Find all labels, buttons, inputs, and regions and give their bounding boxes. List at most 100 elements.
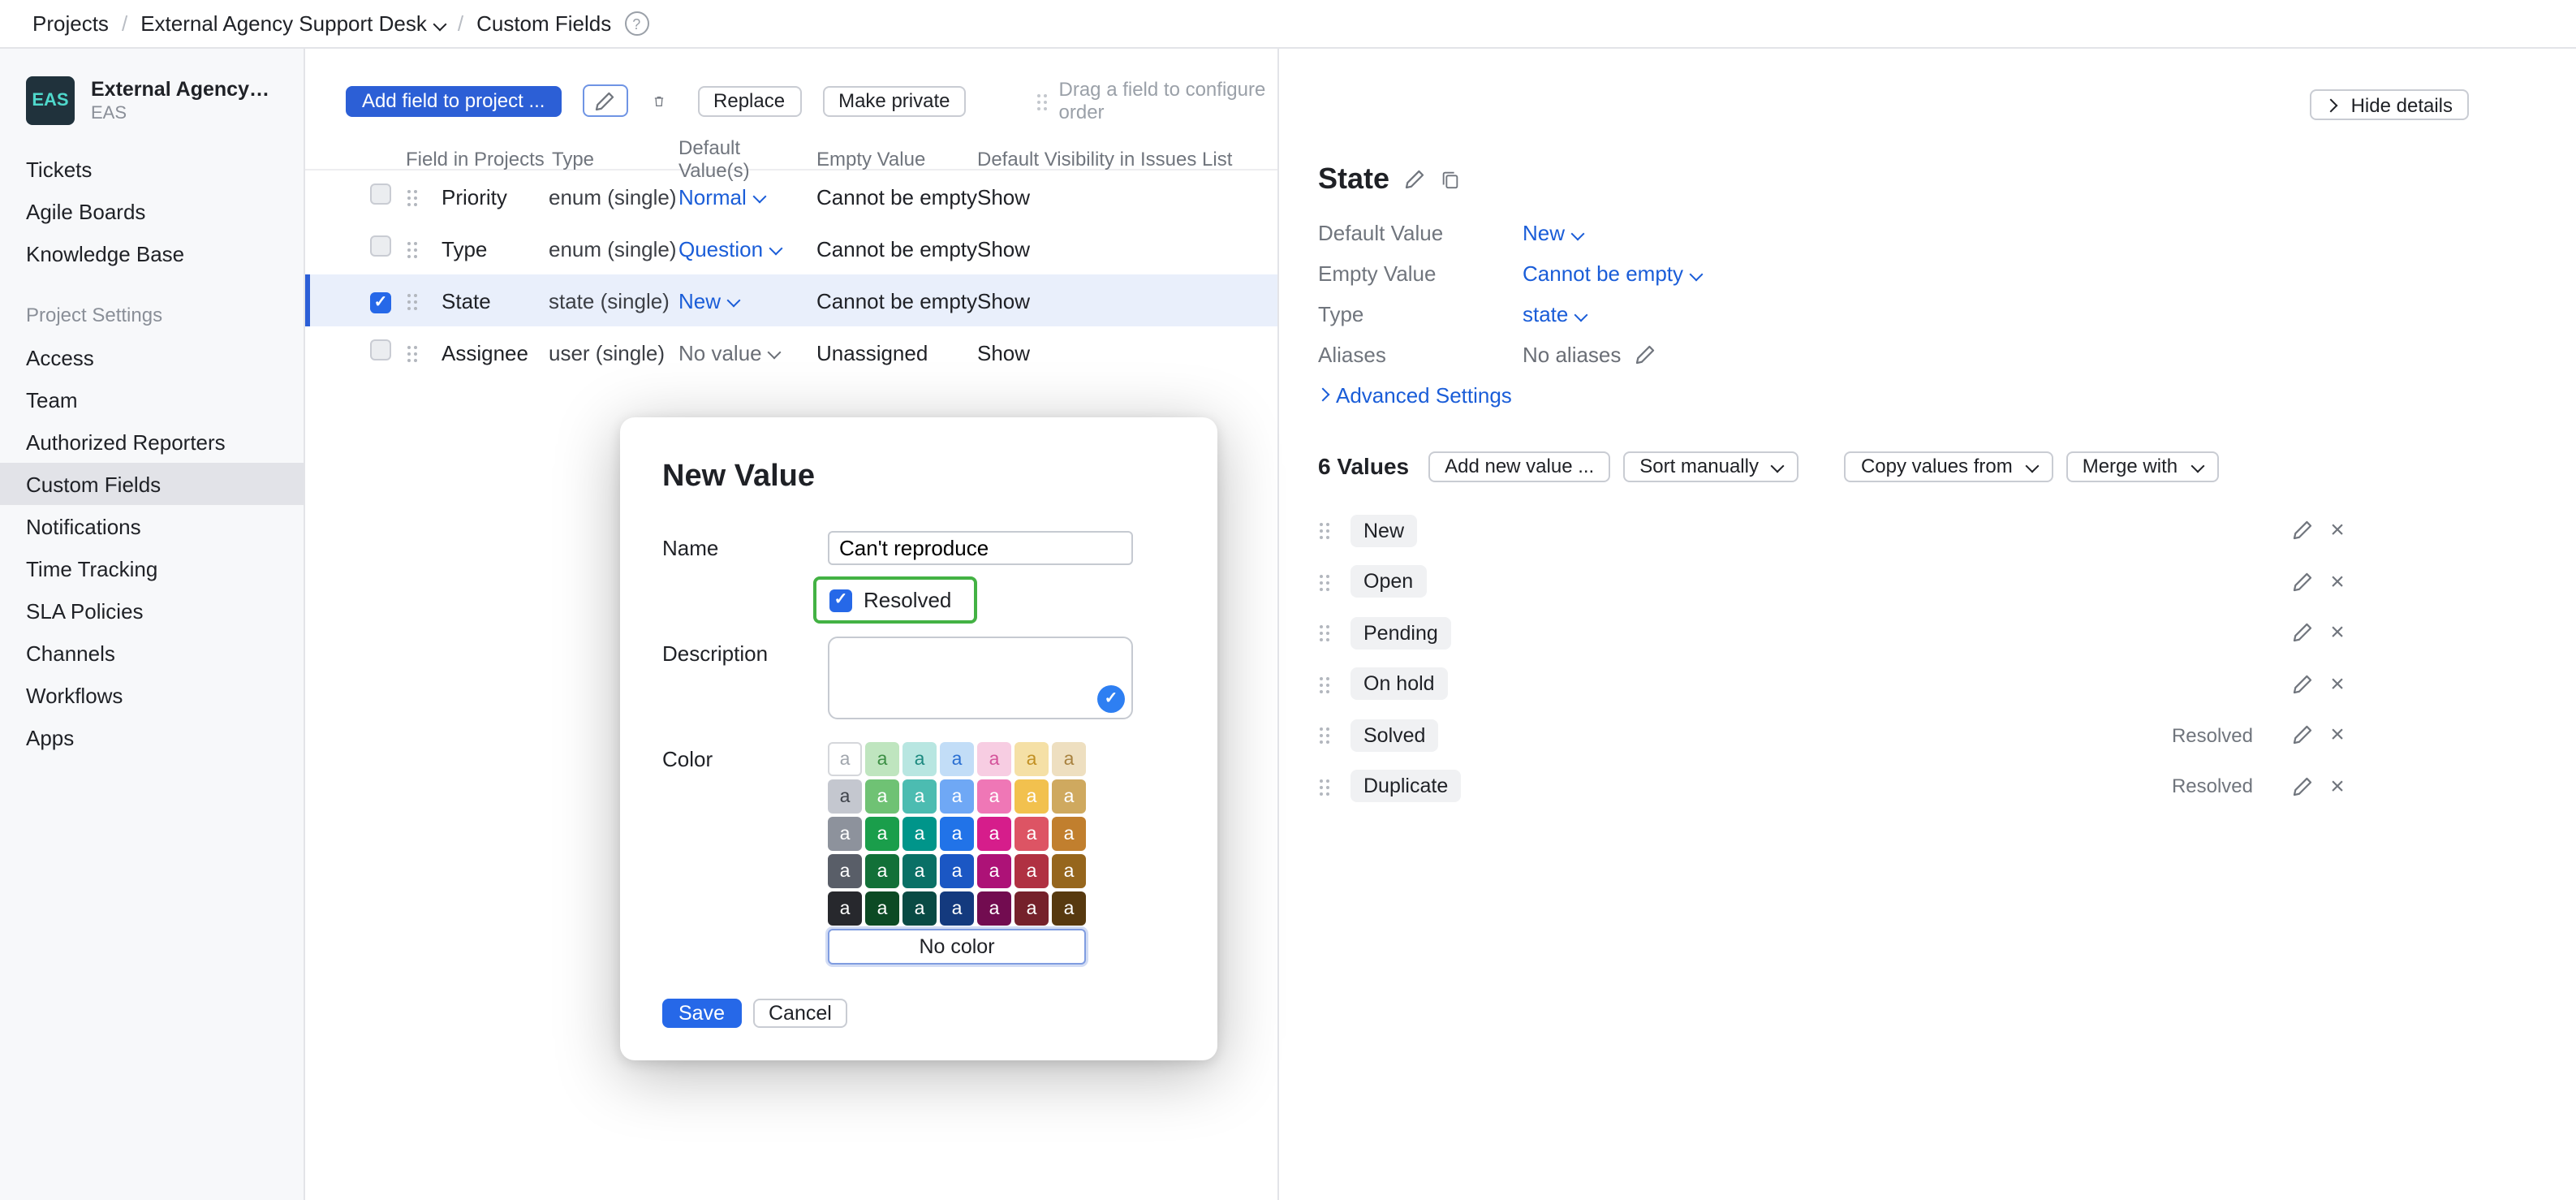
sidebar-item-knowledge-base[interactable]: Knowledge Base — [0, 232, 304, 274]
color-swatch-r5c7[interactable]: a — [1052, 891, 1086, 926]
cancel-button[interactable]: Cancel — [752, 999, 848, 1028]
project-avatar[interactable]: EAS — [26, 76, 75, 125]
edit-field-button[interactable] — [582, 84, 627, 117]
drag-handle-icon[interactable] — [1318, 778, 1331, 796]
color-swatch-r2c6[interactable]: a — [1014, 779, 1049, 814]
color-swatch-r1c4[interactable]: a — [940, 742, 974, 776]
drag-handle-icon[interactable] — [1318, 624, 1331, 642]
color-swatch-r1c2[interactable]: a — [865, 742, 899, 776]
value-row-on-hold[interactable]: On hold × — [1318, 658, 2350, 710]
make-private-button[interactable]: Make private — [822, 85, 966, 116]
color-swatch-r2c2[interactable]: a — [865, 779, 899, 814]
edit-title-button[interactable] — [1404, 169, 1425, 190]
table-row-state[interactable]: ✓ State state (single) New Cannot be emp… — [305, 274, 1277, 326]
color-swatch-r3c1[interactable]: a — [828, 817, 862, 851]
sidebar-item-workflows[interactable]: Workflows — [0, 674, 304, 716]
color-swatch-r4c6[interactable]: a — [1014, 854, 1049, 888]
color-swatch-r5c2[interactable]: a — [865, 891, 899, 926]
color-swatch-r5c5[interactable]: a — [977, 891, 1011, 926]
color-swatch-r3c5[interactable]: a — [977, 817, 1011, 851]
row-checkbox-checked[interactable]: ✓ — [370, 292, 391, 313]
drag-handle-icon[interactable] — [1318, 727, 1331, 745]
drag-handle-icon[interactable] — [406, 343, 419, 361]
color-swatch-r5c1[interactable]: a — [828, 891, 862, 926]
value-row-new[interactable]: New × — [1318, 505, 2350, 556]
default-value-dropdown[interactable]: Question — [678, 236, 781, 261]
save-button[interactable]: Save — [662, 999, 741, 1028]
edit-value-button[interactable] — [2289, 725, 2315, 746]
row-checkbox[interactable] — [370, 235, 391, 257]
value-row-open[interactable]: Open × — [1318, 556, 2350, 607]
help-icon[interactable]: ? — [624, 11, 648, 36]
edit-value-button[interactable] — [2289, 776, 2315, 797]
value-row-solved[interactable]: Solved Resolved × — [1318, 710, 2350, 761]
color-swatch-r2c1[interactable]: a — [828, 779, 862, 814]
type-dropdown[interactable]: state — [1523, 302, 1586, 326]
delete-value-button[interactable]: × — [2324, 672, 2350, 697]
color-swatch-r1c5[interactable]: a — [977, 742, 1011, 776]
delete-field-button[interactable] — [640, 84, 676, 117]
confirm-check-icon[interactable]: ✓ — [1097, 685, 1125, 713]
advanced-settings-link[interactable]: Advanced Settings — [1318, 382, 2576, 408]
color-swatch-r4c5[interactable]: a — [977, 854, 1011, 888]
drag-handle-icon[interactable] — [406, 240, 419, 257]
sidebar-item-time-tracking[interactable]: Time Tracking — [0, 547, 304, 589]
color-swatch-r2c7[interactable]: a — [1052, 779, 1086, 814]
color-swatch-r3c4[interactable]: a — [940, 817, 974, 851]
resolved-label[interactable]: Resolved — [864, 588, 951, 612]
hide-details-button[interactable]: Hide details — [2311, 89, 2469, 120]
color-swatch-r5c3[interactable]: a — [902, 891, 937, 926]
row-checkbox[interactable] — [370, 339, 391, 360]
color-swatch-r4c2[interactable]: a — [865, 854, 899, 888]
color-swatch-r1c1[interactable]: a — [828, 742, 862, 776]
drag-handle-icon[interactable] — [1318, 676, 1331, 693]
sort-manually-dropdown[interactable]: Sort manually — [1623, 451, 1799, 481]
add-field-button[interactable]: Add field to project ... — [346, 85, 561, 116]
sidebar-item-apps[interactable]: Apps — [0, 716, 304, 758]
default-value-dropdown[interactable]: New — [1523, 221, 1583, 245]
sidebar-item-team[interactable]: Team — [0, 378, 304, 421]
table-row-priority[interactable]: Priority enum (single) Normal Cannot be … — [305, 171, 1277, 222]
sidebar-item-tickets[interactable]: Tickets — [0, 148, 304, 190]
edit-value-button[interactable] — [2289, 674, 2315, 695]
default-value-dropdown[interactable]: Normal — [678, 184, 765, 209]
empty-value-dropdown[interactable]: Cannot be empty — [1523, 261, 1701, 286]
value-row-duplicate[interactable]: Duplicate Resolved × — [1318, 761, 2350, 812]
sidebar-item-custom-fields[interactable]: Custom Fields — [0, 463, 304, 505]
color-swatch-r5c6[interactable]: a — [1014, 891, 1049, 926]
sidebar-item-access[interactable]: Access — [0, 336, 304, 378]
edit-value-button[interactable] — [2289, 572, 2315, 593]
delete-value-button[interactable]: × — [2324, 570, 2350, 594]
color-swatch-r4c3[interactable]: a — [902, 854, 937, 888]
replace-button[interactable]: Replace — [697, 85, 801, 116]
default-value-dropdown[interactable]: No value — [678, 340, 780, 365]
breadcrumb-custom-fields[interactable]: Custom Fields — [476, 11, 611, 36]
color-swatch-r5c4[interactable]: a — [940, 891, 974, 926]
color-swatch-r3c3[interactable]: a — [902, 817, 937, 851]
sidebar-item-channels[interactable]: Channels — [0, 632, 304, 674]
delete-value-button[interactable]: × — [2324, 723, 2350, 748]
table-row-assignee[interactable]: Assignee user (single) No value Unassign… — [305, 326, 1277, 378]
color-swatch-r2c5[interactable]: a — [977, 779, 1011, 814]
breadcrumb-projects[interactable]: Projects — [32, 11, 109, 36]
color-swatch-r4c1[interactable]: a — [828, 854, 862, 888]
copy-button[interactable] — [1440, 169, 1461, 190]
description-input[interactable] — [828, 637, 1133, 719]
color-swatch-r3c2[interactable]: a — [865, 817, 899, 851]
value-row-pending[interactable]: Pending × — [1318, 607, 2350, 658]
edit-aliases-button[interactable] — [1634, 344, 1655, 365]
delete-value-button[interactable]: × — [2324, 621, 2350, 645]
edit-value-button[interactable] — [2289, 623, 2315, 644]
copy-values-from-dropdown[interactable]: Copy values from — [1845, 451, 2053, 481]
default-value-dropdown[interactable]: New — [678, 288, 739, 313]
add-new-value-button[interactable]: Add new value ... — [1428, 451, 1610, 481]
color-swatch-r2c3[interactable]: a — [902, 779, 937, 814]
drag-handle-icon[interactable] — [1318, 573, 1331, 591]
name-input[interactable] — [828, 531, 1133, 565]
row-checkbox[interactable] — [370, 183, 391, 205]
color-swatch-r4c7[interactable]: a — [1052, 854, 1086, 888]
drag-handle-icon[interactable] — [1318, 522, 1331, 540]
delete-value-button[interactable]: × — [2324, 519, 2350, 543]
merge-with-dropdown[interactable]: Merge with — [2066, 451, 2218, 481]
color-swatch-r3c7[interactable]: a — [1052, 817, 1086, 851]
